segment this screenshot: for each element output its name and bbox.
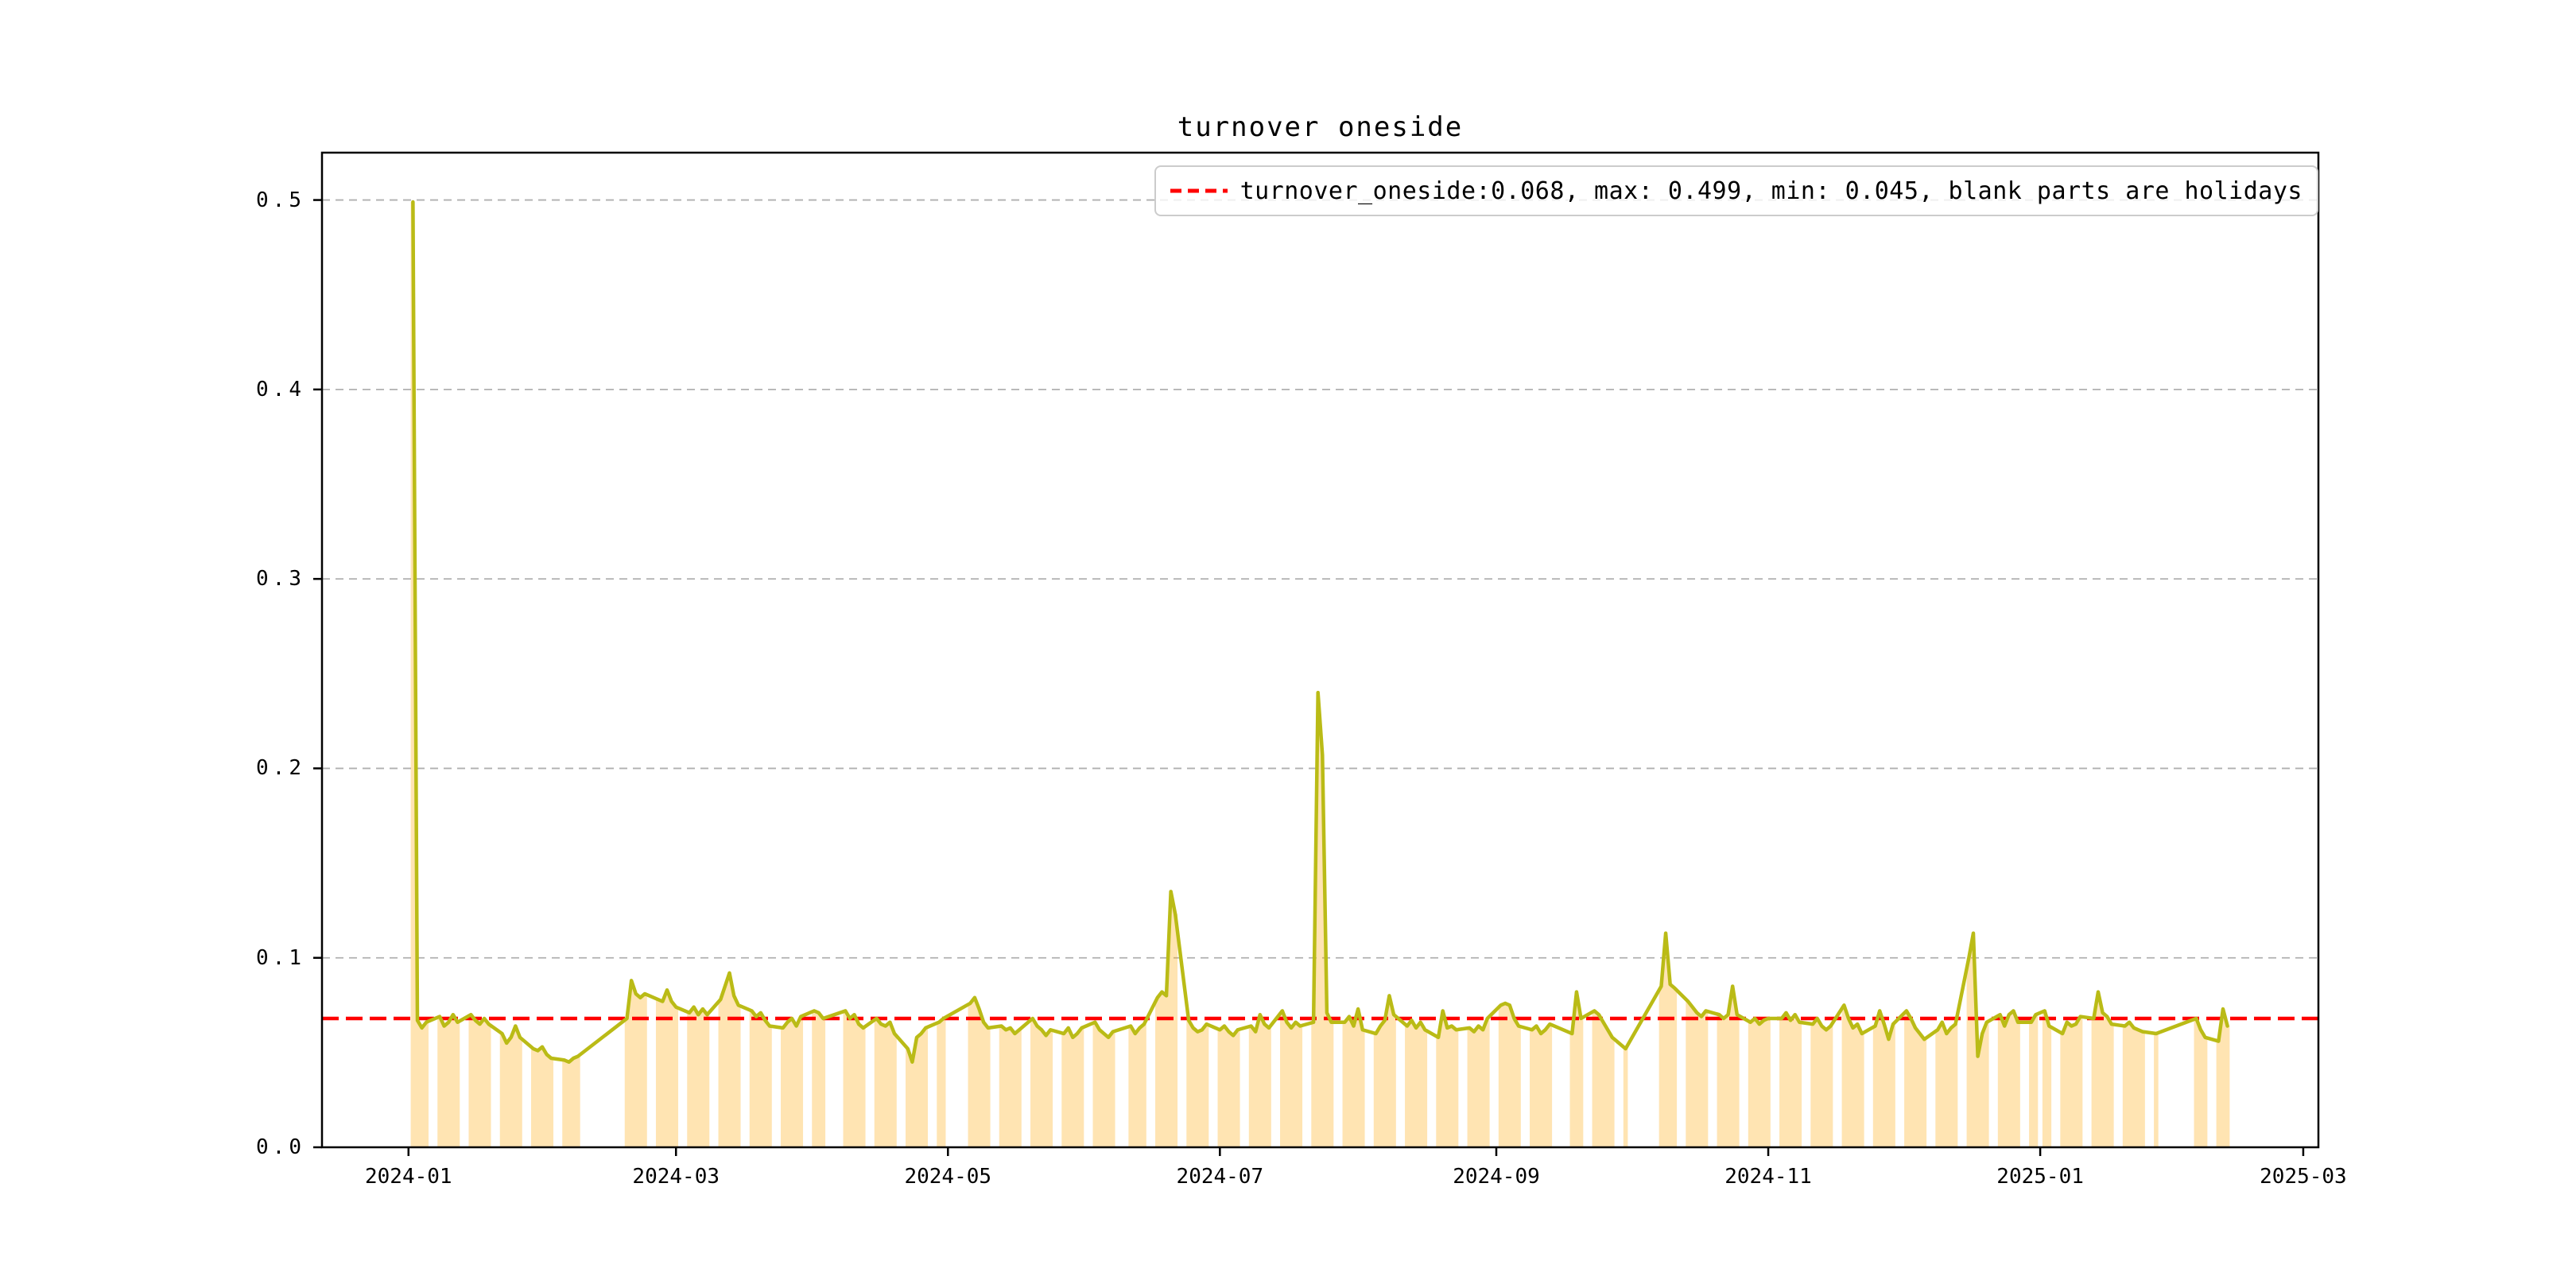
x-tick-label: 2024-03 bbox=[632, 1165, 720, 1189]
y-tick-label: 0.2 bbox=[256, 756, 305, 781]
x-tick-label: 2024-07 bbox=[1176, 1165, 1264, 1189]
legend-label: turnover_oneside:0.068, max: 0.499, min:… bbox=[1240, 177, 2302, 205]
y-tick-label: 0.5 bbox=[256, 188, 305, 212]
y-tick-label: 0.4 bbox=[256, 377, 305, 402]
legend: turnover_oneside:0.068, max: 0.499, min:… bbox=[1154, 165, 2318, 216]
x-tick-label: 2024-11 bbox=[1724, 1165, 1812, 1189]
x-tick-label: 2024-09 bbox=[1453, 1165, 1540, 1189]
x-tick-label: 2025-01 bbox=[1996, 1165, 2084, 1189]
x-tick-label: 2024-05 bbox=[904, 1165, 992, 1189]
figure: turnover oneside 0.0 0.1 0.2 0.3 0.4 0.5 2024-… bbox=[0, 0, 2576, 1288]
y-tick-label: 0.1 bbox=[256, 945, 305, 970]
y-tick-label: 0.3 bbox=[256, 567, 305, 592]
x-tick-label: 2024-01 bbox=[364, 1165, 452, 1189]
red-dashed-line-icon bbox=[1170, 188, 1228, 193]
y-tick-label: 0.0 bbox=[256, 1135, 305, 1159]
x-tick-label: 2025-03 bbox=[2260, 1165, 2347, 1189]
